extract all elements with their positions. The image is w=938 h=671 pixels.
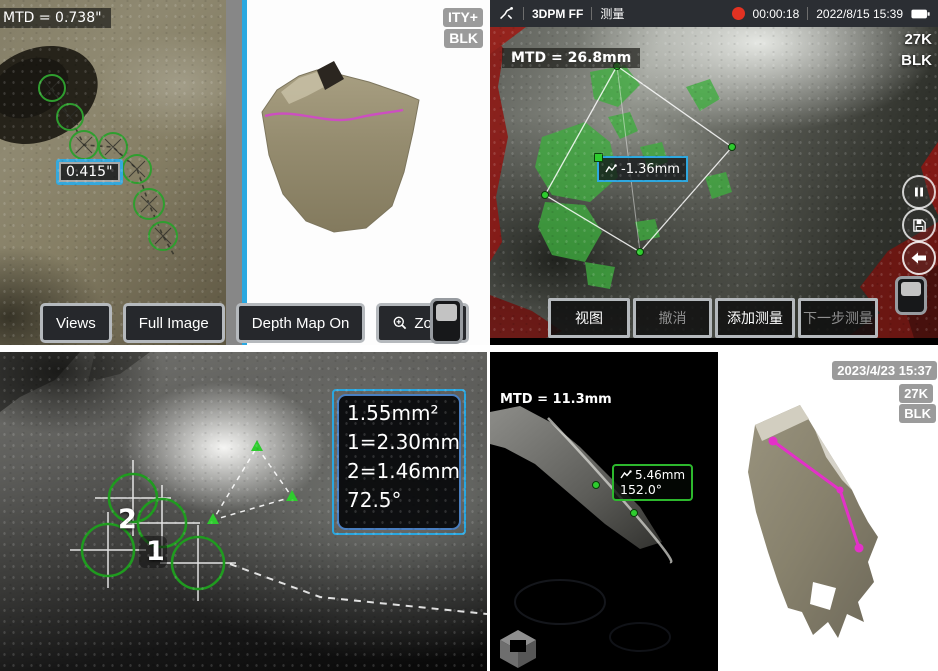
point-cloud-fragment bbox=[247, 0, 490, 345]
resolution-badge: 27K bbox=[899, 384, 933, 403]
battery-icon bbox=[911, 8, 930, 20]
reference-dashed-line bbox=[230, 564, 487, 614]
toolbar: Views Full Image Depth Map On Zoom bbox=[40, 303, 469, 343]
length-result-label[interactable]: 0.415" bbox=[56, 159, 123, 185]
setting-badge: ITY+ bbox=[443, 8, 483, 27]
point-1-label: 1 bbox=[146, 536, 165, 567]
add-measurement-button[interactable]: 添加测量 bbox=[715, 298, 795, 338]
menu-label[interactable]: 测量 bbox=[600, 5, 624, 22]
split-view-spacer bbox=[226, 0, 242, 345]
brand-watermark-icon bbox=[500, 630, 536, 668]
depth-result-label[interactable]: -1.36mm bbox=[597, 156, 688, 182]
anchor-point[interactable] bbox=[594, 153, 603, 162]
views-button[interactable]: Views bbox=[40, 303, 112, 343]
save-button[interactable] bbox=[902, 208, 936, 242]
weld-measurement-panel: 2 1 1.55mm² 1=2.30mm 2=1.46mm 72.5° bbox=[0, 352, 487, 671]
area-measurement-overlay[interactable] bbox=[490, 27, 938, 338]
angle-result: 72.5° bbox=[347, 486, 451, 515]
mtd-label: MTD = 26.8mm bbox=[502, 48, 640, 68]
point-2-label: 2 bbox=[118, 504, 137, 535]
undo-button[interactable]: 撤消 bbox=[633, 298, 712, 338]
status-bar: 3DPM FF 测量 00:00:18 2022/8/15 15:39 bbox=[490, 0, 938, 27]
pause-button[interactable] bbox=[902, 175, 936, 209]
area-dashed-triangle bbox=[213, 447, 292, 520]
back-button[interactable] bbox=[902, 241, 936, 275]
live-image-panel: MTD = 0.738" 0.415" bbox=[0, 0, 226, 345]
result-box-inner: 1.55mm² 1=2.30mm 2=1.46mm 72.5° bbox=[337, 394, 461, 530]
save-floppy-icon bbox=[912, 218, 927, 233]
next-measurement-button[interactable]: 下一步测量 bbox=[798, 298, 878, 338]
triangle-markers[interactable] bbox=[207, 440, 298, 524]
magnifier-icon bbox=[392, 315, 408, 331]
record-time: 00:00:18 bbox=[753, 7, 800, 21]
result-box[interactable]: 1.55mm² 1=2.30mm 2=1.46mm 72.5° bbox=[332, 389, 466, 535]
overlay-badges: ITY+ BLK bbox=[443, 8, 483, 48]
mtd-label: MTD = 11.3mm bbox=[500, 392, 612, 407]
probe-logo-icon bbox=[498, 5, 515, 22]
mtd-label: MTD = 0.738" bbox=[0, 8, 111, 28]
measurement-screens-grid: MTD = 0.738" 0.415" ITY+ BLK Views Full … bbox=[0, 0, 938, 671]
page-toggle-switch[interactable] bbox=[895, 276, 927, 315]
full-image-button[interactable]: Full Image bbox=[123, 303, 225, 343]
area-result: 1.55mm² bbox=[347, 399, 451, 428]
point-cloud-panel[interactable]: ITY+ BLK bbox=[247, 0, 490, 345]
pause-icon bbox=[913, 186, 925, 198]
point-cloud-panel-2[interactable]: 2023/4/23 15:37 27K BLK bbox=[718, 352, 938, 671]
angle-value: 152.0° bbox=[620, 482, 685, 497]
cursor-crosshairs bbox=[70, 460, 236, 601]
record-indicator-icon bbox=[732, 7, 745, 20]
length1-result: 1=2.30mm bbox=[347, 428, 451, 457]
mode-label: 3DPM FF bbox=[532, 7, 583, 21]
polyline-measure-icon bbox=[620, 470, 632, 480]
resolution-badge: 27K BLK bbox=[901, 29, 932, 71]
edge-measurement-panel: MTD = 11.3mm 5.46mm 152.0° bbox=[490, 352, 718, 671]
datetime-label: 2022/8/15 15:39 bbox=[816, 7, 903, 21]
timestamp-badge: 2023/4/23 15:37 bbox=[832, 361, 937, 380]
length-angle-label[interactable]: 5.46mm 152.0° bbox=[612, 464, 693, 501]
toggle-knob bbox=[901, 282, 921, 296]
color-mode-badge: BLK bbox=[899, 404, 936, 423]
page-toggle-switch[interactable] bbox=[430, 298, 463, 344]
3dpm-measure-screen: 3DPM FF 测量 00:00:18 2022/8/15 15:39 bbox=[490, 0, 938, 345]
length-value: 5.46mm bbox=[635, 468, 685, 482]
toggle-knob bbox=[436, 304, 457, 321]
length2-result: 2=1.46mm bbox=[347, 457, 451, 486]
depth-measure-icon bbox=[605, 163, 617, 175]
views-button-cn[interactable]: 视图 bbox=[548, 298, 630, 338]
color-mode-badge: BLK bbox=[444, 29, 483, 48]
cursor-circles[interactable] bbox=[82, 474, 224, 589]
back-arrow-icon bbox=[911, 252, 927, 264]
depth-map-button[interactable]: Depth Map On bbox=[236, 303, 366, 343]
inspection-image: MTD = 26.8mm 27K BLK -1.36mm bbox=[490, 27, 938, 338]
